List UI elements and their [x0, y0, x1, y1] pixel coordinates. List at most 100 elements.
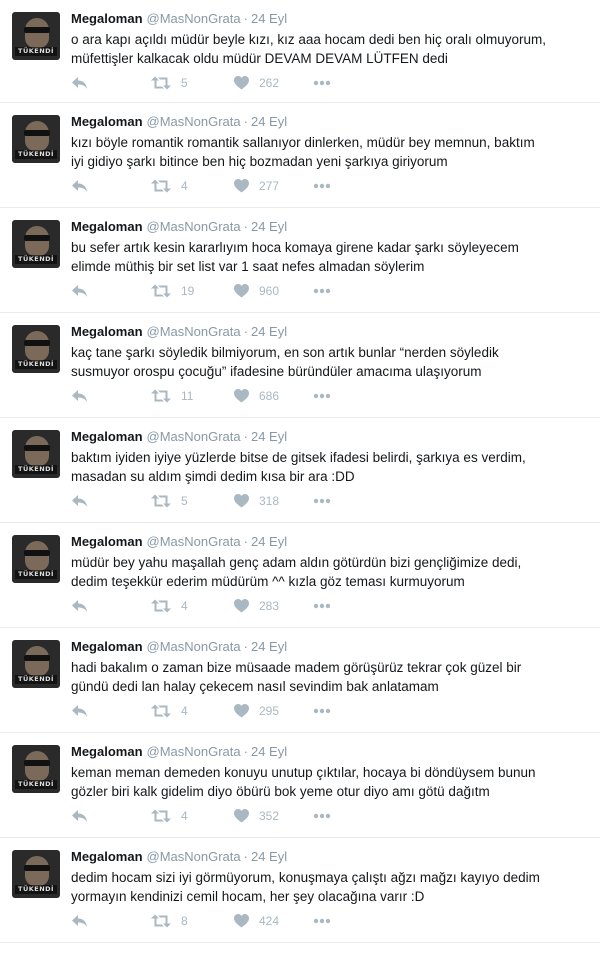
tweet-time[interactable]: 24 Eyl	[251, 534, 287, 549]
more-button[interactable]	[313, 806, 331, 826]
avatar[interactable]: TÜKENDİ	[12, 430, 60, 478]
avatar[interactable]: TÜKENDİ	[12, 220, 60, 268]
like-button[interactable]: 262	[234, 73, 279, 93]
heart-icon	[234, 76, 249, 90]
tweet[interactable]: TÜKENDİ Megaloman @MasNonGrata · 24 Eyl o a…	[0, 0, 600, 103]
tweet[interactable]: TÜKENDİ Megaloman @MasNonGrata · 24 Eyl had…	[0, 628, 600, 733]
more-button[interactable]	[313, 911, 331, 931]
more-button[interactable]	[313, 386, 331, 406]
tweet-time[interactable]: 24 Eyl	[251, 849, 287, 864]
author-handle[interactable]: @MasNonGrata	[147, 114, 241, 129]
tweet[interactable]: TÜKENDİ Megaloman @MasNonGrata · 24 Eyl kaç…	[0, 313, 600, 418]
author-handle[interactable]: @MasNonGrata	[147, 534, 241, 549]
tweet-time[interactable]: 24 Eyl	[251, 429, 287, 444]
tweet-header: Megaloman @MasNonGrata · 24 Eyl	[71, 113, 287, 130]
heart-icon	[234, 494, 249, 508]
author-handle[interactable]: @MasNonGrata	[147, 744, 241, 759]
like-button[interactable]: 295	[234, 701, 279, 721]
author-name[interactable]: Megaloman	[71, 11, 143, 26]
author-handle[interactable]: @MasNonGrata	[147, 849, 241, 864]
retweet-button[interactable]: 4	[151, 701, 188, 721]
retweet-button[interactable]: 5	[151, 73, 188, 93]
avatar[interactable]: TÜKENDİ	[12, 12, 60, 60]
like-button[interactable]: 352	[234, 806, 279, 826]
author-handle[interactable]: @MasNonGrata	[147, 11, 241, 26]
more-button[interactable]	[313, 701, 331, 721]
tweet-time[interactable]: 24 Eyl	[251, 639, 287, 654]
tweet[interactable]: TÜKENDİ Megaloman @MasNonGrata · 24 Eyl bu …	[0, 208, 600, 313]
more-icon	[313, 498, 331, 504]
more-icon	[313, 603, 331, 609]
reply-button[interactable]	[71, 386, 88, 406]
reply-button[interactable]	[71, 596, 88, 616]
heart-icon	[234, 914, 249, 928]
retweet-icon	[151, 76, 171, 90]
more-button[interactable]	[313, 176, 331, 196]
like-count: 283	[259, 599, 280, 613]
retweet-button[interactable]: 4	[151, 806, 188, 826]
more-button[interactable]	[313, 281, 331, 301]
like-button[interactable]: 960	[234, 281, 279, 301]
reply-button[interactable]	[71, 176, 88, 196]
author-name[interactable]: Megaloman	[71, 114, 143, 129]
tweet[interactable]: TÜKENDİ Megaloman @MasNonGrata · 24 Eyl ded…	[0, 838, 600, 943]
retweet-button[interactable]: 8	[151, 911, 188, 931]
author-name[interactable]: Megaloman	[71, 639, 143, 654]
avatar[interactable]: TÜKENDİ	[12, 535, 60, 583]
author-name[interactable]: Megaloman	[71, 744, 143, 759]
avatar[interactable]: TÜKENDİ	[12, 115, 60, 163]
avatar-sunglasses	[24, 27, 50, 33]
reply-button[interactable]	[71, 701, 88, 721]
tweet[interactable]: TÜKENDİ Megaloman @MasNonGrata · 24 Eyl kız…	[0, 103, 600, 208]
retweet-button[interactable]: 11	[151, 386, 193, 406]
like-button[interactable]: 318	[234, 491, 279, 511]
separator-dot: ·	[243, 429, 248, 444]
tweet[interactable]: TÜKENDİ Megaloman @MasNonGrata · 24 Eyl müd…	[0, 523, 600, 628]
tweet-time[interactable]: 24 Eyl	[251, 324, 287, 339]
author-name[interactable]: Megaloman	[71, 534, 143, 549]
author-handle[interactable]: @MasNonGrata	[147, 219, 241, 234]
like-button[interactable]: 277	[234, 176, 279, 196]
author-name[interactable]: Megaloman	[71, 429, 143, 444]
reply-icon	[71, 914, 88, 928]
avatar-face	[25, 751, 49, 781]
more-button[interactable]	[313, 491, 331, 511]
author-handle[interactable]: @MasNonGrata	[147, 324, 241, 339]
author-name[interactable]: Megaloman	[71, 219, 143, 234]
retweet-count: 4	[181, 704, 188, 718]
author-handle[interactable]: @MasNonGrata	[147, 429, 241, 444]
avatar[interactable]: TÜKENDİ	[12, 745, 60, 793]
author-name[interactable]: Megaloman	[71, 849, 143, 864]
avatar[interactable]: TÜKENDİ	[12, 325, 60, 373]
tweet-time[interactable]: 24 Eyl	[251, 744, 287, 759]
tweet-time[interactable]: 24 Eyl	[251, 219, 287, 234]
more-button[interactable]	[313, 73, 331, 93]
tweet-time[interactable]: 24 Eyl	[251, 114, 287, 129]
retweet-button[interactable]: 4	[151, 176, 188, 196]
reply-button[interactable]	[71, 281, 88, 301]
more-icon	[313, 393, 331, 399]
tweet-actions: 4 277	[71, 176, 571, 196]
tweet[interactable]: TÜKENDİ Megaloman @MasNonGrata · 24 Eyl bak…	[0, 418, 600, 523]
like-button[interactable]: 283	[234, 596, 279, 616]
retweet-button[interactable]: 4	[151, 596, 188, 616]
author-name[interactable]: Megaloman	[71, 324, 143, 339]
reply-button[interactable]	[71, 491, 88, 511]
author-handle[interactable]: @MasNonGrata	[147, 639, 241, 654]
avatar-face	[25, 436, 49, 466]
like-button[interactable]: 686	[234, 386, 279, 406]
avatar[interactable]: TÜKENDİ	[12, 850, 60, 898]
like-button[interactable]: 424	[234, 911, 279, 931]
reply-button[interactable]	[71, 911, 88, 931]
reply-button[interactable]	[71, 806, 88, 826]
tweet[interactable]: TÜKENDİ Megaloman @MasNonGrata · 24 Eyl kem…	[0, 733, 600, 838]
avatar-sunglasses	[24, 130, 50, 136]
avatar[interactable]: TÜKENDİ	[12, 640, 60, 688]
retweet-button[interactable]: 19	[151, 281, 194, 301]
retweet-button[interactable]: 5	[151, 491, 188, 511]
more-button[interactable]	[313, 596, 331, 616]
tweet-time[interactable]: 24 Eyl	[251, 11, 287, 26]
retweet-icon	[151, 179, 171, 193]
reply-icon	[71, 284, 88, 298]
reply-button[interactable]	[71, 73, 88, 93]
